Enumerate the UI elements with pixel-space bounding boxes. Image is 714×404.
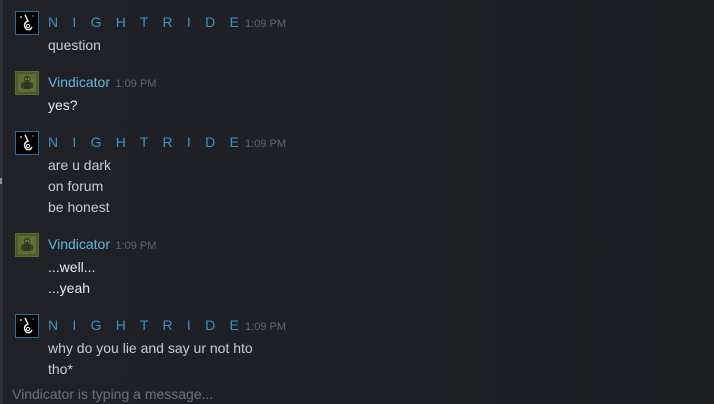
message-line: tho* (48, 361, 73, 377)
nightride-avatar-icon (16, 315, 38, 337)
message-line: be honest (48, 199, 110, 215)
nightride-avatar-icon (16, 132, 38, 154)
message-body: why do you lie and say ur not hto tho* (48, 338, 253, 380)
author-name[interactable]: N I G H T R I D E (48, 134, 244, 150)
message-header: N I G H T R I D E1:09 PM (48, 317, 286, 335)
message-header: Vindicator 1:09 PM (48, 236, 156, 254)
timestamp: 1:09 PM (245, 18, 286, 30)
timestamp: 1:09 PM (115, 78, 157, 90)
nightride-avatar-icon (16, 12, 38, 34)
author-name[interactable]: N I G H T R I D E (48, 14, 244, 30)
message-body: question (48, 35, 101, 56)
message-body: are u dark on forum be honest (48, 155, 111, 218)
vindicator-avatar-icon (16, 72, 38, 94)
author-name[interactable]: Vindicator (48, 236, 110, 252)
message-body: yes? (48, 95, 78, 116)
typing-indicator: Vindicator is typing a message... (12, 386, 214, 402)
message-header: N I G H T R I D E1:09 PM (48, 134, 286, 152)
timestamp: 1:09 PM (115, 240, 157, 252)
vindicator-avatar-icon[interactable] (15, 233, 39, 257)
nightride-avatar-icon[interactable] (15, 314, 39, 338)
message-header: N I G H T R I D E1:09 PM (48, 14, 286, 32)
message-line: are u dark (48, 157, 112, 173)
vindicator-avatar-icon[interactable] (15, 71, 39, 95)
message-header: Vindicator 1:09 PM (48, 74, 156, 92)
nightride-avatar-icon[interactable] (15, 11, 39, 35)
message-line: yes? (48, 97, 78, 113)
vindicator-avatar-icon (16, 234, 38, 256)
message-line: why do you lie and say ur not hto (48, 340, 253, 356)
author-name[interactable]: Vindicator (48, 74, 110, 90)
author-name[interactable]: N I G H T R I D E (48, 317, 244, 333)
message-line: on forum (48, 178, 104, 194)
message-line: question (48, 37, 101, 53)
timestamp: 1:09 PM (245, 138, 286, 150)
chat-log: N I G H T R I D E1:09 PM question Vindic… (0, 0, 714, 404)
message-line: ...well... (48, 259, 96, 275)
message-body: ...well... ...yeah (48, 257, 95, 299)
timestamp: 1:09 PM (245, 321, 286, 333)
message-line: ...yeah (48, 280, 91, 296)
nightride-avatar-icon[interactable] (15, 131, 39, 155)
